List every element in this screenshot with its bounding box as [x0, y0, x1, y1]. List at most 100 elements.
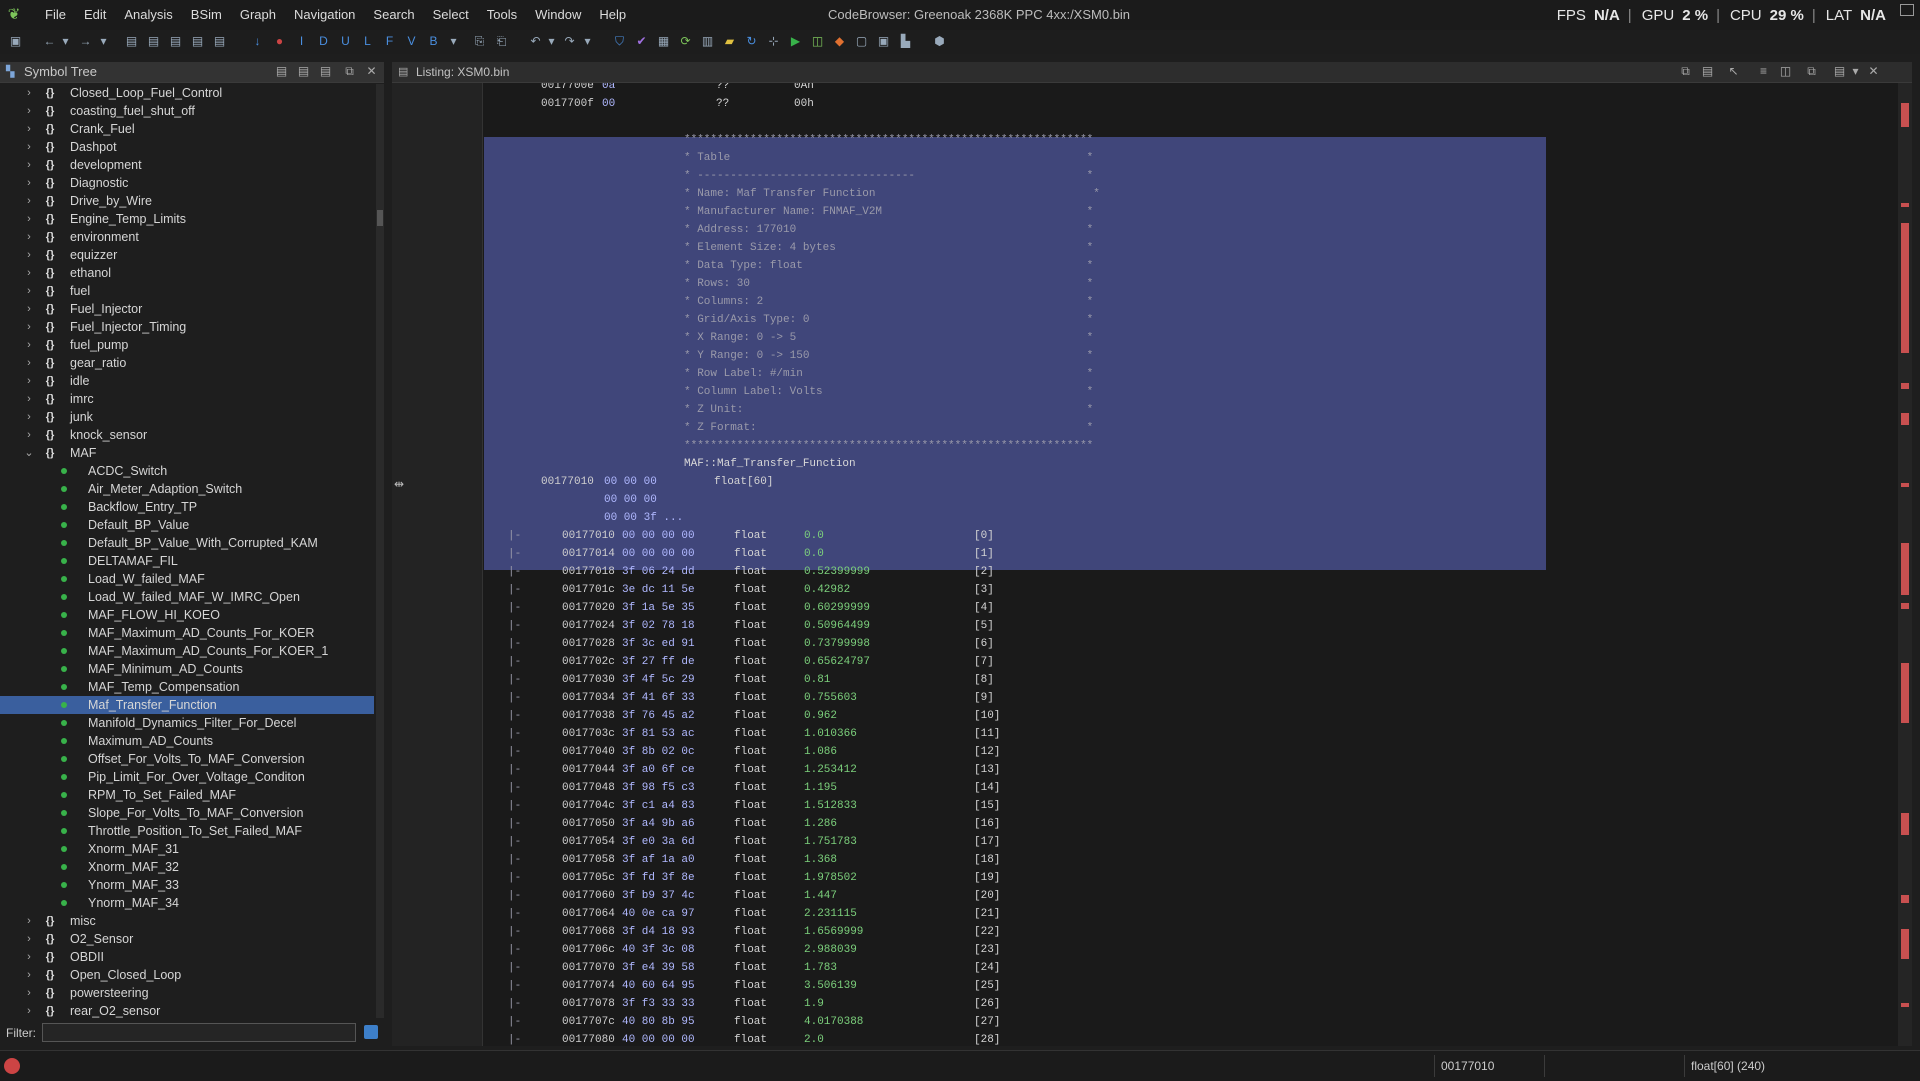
- navigate-icon[interactable]: ▤: [124, 34, 139, 49]
- symbol-node[interactable]: Manifold_Dynamics_Filter_For_Decel: [0, 714, 374, 732]
- navigate-icon[interactable]: ▤: [212, 34, 227, 49]
- namespace-node[interactable]: ⌄ {} MAF: [0, 444, 374, 462]
- chevron-right-icon[interactable]: ›: [24, 336, 34, 354]
- overview-marker[interactable]: [1901, 1003, 1909, 1007]
- resize-handle-icon[interactable]: ⇹: [394, 478, 408, 490]
- symbol-node[interactable]: Pip_Limit_For_Over_Voltage_Conditon: [0, 768, 374, 786]
- namespace-node[interactable]: › {} Engine_Temp_Limits: [0, 210, 374, 228]
- chevron-right-icon[interactable]: ›: [24, 318, 34, 336]
- undefined-icon[interactable]: U: [338, 34, 353, 49]
- tree-scrollbar-thumb[interactable]: [377, 210, 383, 226]
- chevron-right-icon[interactable]: ›: [24, 1002, 34, 1018]
- symbol-node[interactable]: MAF_Minimum_AD_Counts: [0, 660, 374, 678]
- namespace-node[interactable]: › {} Closed_Loop_Fuel_Control: [0, 84, 374, 102]
- step-icon[interactable]: ◫: [810, 34, 825, 49]
- chevron-right-icon[interactable]: ›: [24, 300, 34, 318]
- diamond-icon[interactable]: ◆: [832, 34, 847, 49]
- chevron-right-icon[interactable]: ›: [24, 354, 34, 372]
- namespace-node[interactable]: › {} development: [0, 156, 374, 174]
- chevron-right-icon[interactable]: ›: [24, 966, 34, 984]
- window-icon[interactable]: ▢: [854, 34, 869, 49]
- chevron-right-icon[interactable]: ›: [24, 102, 34, 120]
- paste-icon[interactable]: ▤: [1700, 64, 1715, 79]
- layout-icon[interactable]: ▣: [876, 34, 891, 49]
- namespace-node[interactable]: › {} junk: [0, 408, 374, 426]
- symbol-node[interactable]: Maximum_AD_Counts: [0, 732, 374, 750]
- table-icon[interactable]: ▥: [700, 34, 715, 49]
- menu-select[interactable]: Select: [424, 0, 478, 30]
- instruction-icon[interactable]: I: [294, 34, 309, 49]
- navigate-icon[interactable]: ▤: [168, 34, 183, 49]
- chevron-right-icon[interactable]: ›: [24, 210, 34, 228]
- down-arrow-icon[interactable]: ↓: [250, 34, 265, 49]
- label-icon[interactable]: L: [360, 34, 375, 49]
- tree-icon[interactable]: ⊹: [766, 34, 781, 49]
- chevron-right-icon[interactable]: ›: [24, 192, 34, 210]
- chevron-right-icon[interactable]: ›: [24, 408, 34, 426]
- chevron-right-icon[interactable]: ›: [24, 984, 34, 1002]
- symbol-node[interactable]: MAF_Maximum_AD_Counts_For_KOER: [0, 624, 374, 642]
- overview-marker[interactable]: [1901, 223, 1909, 353]
- symbol-node[interactable]: Air_Meter_Adaption_Switch: [0, 480, 374, 498]
- plugin-icon[interactable]: ⬢: [932, 34, 947, 49]
- namespace-node[interactable]: › {} Diagnostic: [0, 174, 374, 192]
- snapshot-icon[interactable]: ⧉: [1804, 64, 1819, 79]
- namespace-node[interactable]: › {} fuel_pump: [0, 336, 374, 354]
- symbol-node[interactable]: Slope_For_Volts_To_MAF_Conversion: [0, 804, 374, 822]
- grid-icon[interactable]: ▦: [656, 34, 671, 49]
- copy-icon[interactable]: ⧉: [1678, 64, 1693, 79]
- overview-marker[interactable]: [1901, 483, 1909, 487]
- chevron-right-icon[interactable]: ›: [24, 84, 34, 102]
- namespace-node[interactable]: › {} misc: [0, 912, 374, 930]
- create-namespace-icon[interactable]: ▤: [274, 64, 289, 79]
- navigate-icon[interactable]: ▤: [190, 34, 205, 49]
- navigate-icon[interactable]: ▤: [146, 34, 161, 49]
- symbol-node[interactable]: MAF_FLOW_HI_KOEO: [0, 606, 374, 624]
- namespace-node[interactable]: › {} idle: [0, 372, 374, 390]
- tree-scrollbar[interactable]: [376, 84, 384, 1018]
- redo-icon[interactable]: ↷: [562, 34, 577, 49]
- chevron-down-icon[interactable]: ▾: [544, 34, 559, 49]
- overview-marker[interactable]: [1901, 813, 1909, 835]
- overview-marker[interactable]: [1901, 603, 1909, 609]
- symbol-node[interactable]: MAF_Maximum_AD_Counts_For_KOER_1: [0, 642, 374, 660]
- close-icon[interactable]: ✕: [1866, 64, 1881, 79]
- symbol-node[interactable]: Load_W_failed_MAF: [0, 570, 374, 588]
- symbol-node[interactable]: Default_BP_Value_With_Corrupted_KAM: [0, 534, 374, 552]
- chevron-right-icon[interactable]: ›: [24, 174, 34, 192]
- namespace-node[interactable]: › {} powersteering: [0, 984, 374, 1002]
- restore-window-icon[interactable]: [1900, 4, 1914, 16]
- chevron-right-icon[interactable]: ›: [24, 372, 34, 390]
- cycle-icon[interactable]: ↻: [744, 34, 759, 49]
- value-icon[interactable]: V: [404, 34, 419, 49]
- namespace-node[interactable]: › {} equizzer: [0, 246, 374, 264]
- folder-icon[interactable]: ▰: [722, 34, 737, 49]
- create-class-icon[interactable]: ▤: [296, 64, 311, 79]
- copy-icon[interactable]: ⎘: [472, 34, 487, 49]
- namespace-node[interactable]: › {} OBDII: [0, 948, 374, 966]
- symbol-node[interactable]: Throttle_Position_To_Set_Failed_MAF: [0, 822, 374, 840]
- listing-overview-bar[interactable]: [1898, 83, 1912, 1046]
- menu-search[interactable]: Search: [364, 0, 423, 30]
- chevron-right-icon[interactable]: ›: [24, 228, 34, 246]
- overview-marker[interactable]: [1901, 663, 1909, 723]
- namespace-node[interactable]: › {} coasting_fuel_shut_off: [0, 102, 374, 120]
- shield-icon[interactable]: ⛉: [612, 34, 627, 49]
- namespace-node[interactable]: › {} Open_Closed_Loop: [0, 966, 374, 984]
- chevron-down-icon[interactable]: ▾: [1848, 64, 1863, 79]
- chevron-down-icon[interactable]: ▾: [96, 34, 111, 49]
- menu-navigation[interactable]: Navigation: [285, 0, 364, 30]
- data-icon[interactable]: D: [316, 34, 331, 49]
- forward-arrow-icon[interactable]: →: [78, 34, 93, 49]
- undo-icon[interactable]: ↶: [528, 34, 543, 49]
- symbol-node[interactable]: Xnorm_MAF_32: [0, 858, 374, 876]
- menu-edit[interactable]: Edit: [75, 0, 115, 30]
- overview-marker[interactable]: [1901, 203, 1909, 207]
- menu-tools[interactable]: Tools: [478, 0, 526, 30]
- menu-graph[interactable]: Graph: [231, 0, 285, 30]
- overview-marker[interactable]: [1901, 895, 1909, 903]
- chevron-right-icon[interactable]: ›: [24, 948, 34, 966]
- overview-marker[interactable]: [1901, 103, 1909, 127]
- overview-marker[interactable]: [1901, 929, 1909, 959]
- menu-help[interactable]: Help: [590, 0, 635, 30]
